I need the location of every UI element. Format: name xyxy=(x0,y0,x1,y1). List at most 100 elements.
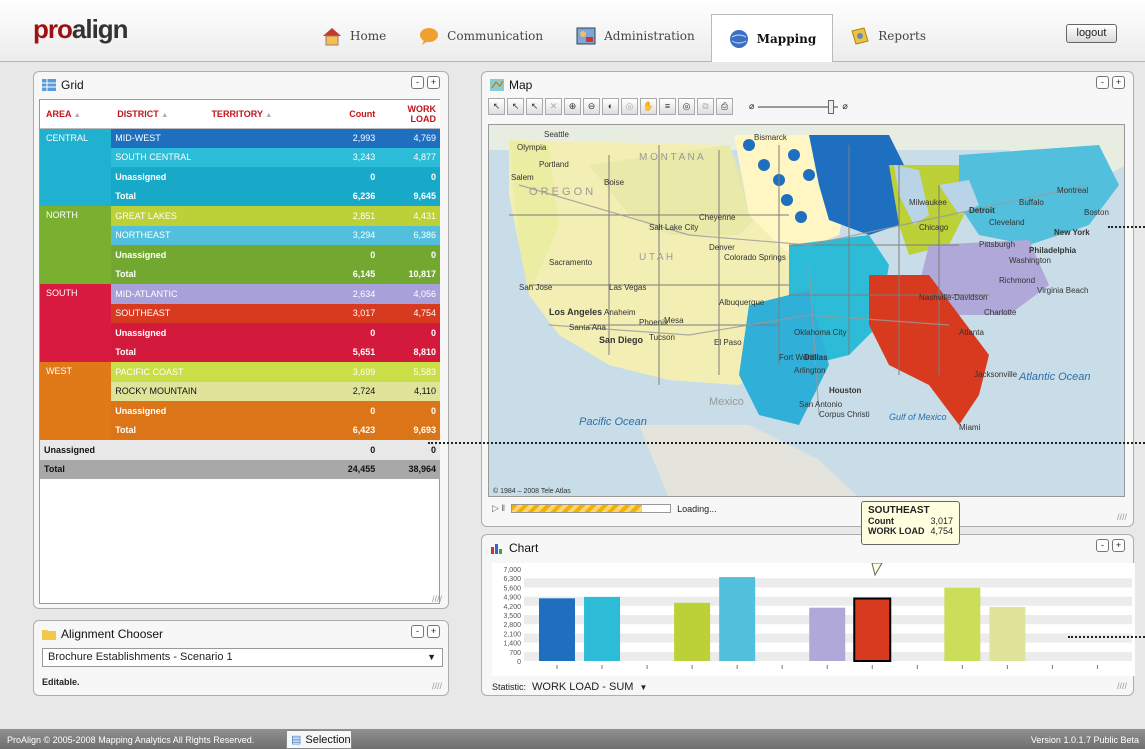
zoom-out-icon[interactable]: ⊖ xyxy=(583,98,600,115)
district-cell: SOUTH CENTRAL xyxy=(111,147,313,167)
district-cell: GREAT LAKES xyxy=(111,206,313,226)
resize-grip[interactable]: //// xyxy=(1117,681,1127,691)
bar-northeast[interactable] xyxy=(719,577,756,661)
selection-tab[interactable]: ▤ Selection xyxy=(286,730,352,749)
zoom-in-icon[interactable]: ⊕ xyxy=(564,98,581,115)
table-row[interactable]: Unassigned 0 0 xyxy=(40,440,440,460)
map-label-miami: Miami xyxy=(959,423,981,432)
nav-reports[interactable]: Reports xyxy=(833,14,942,58)
zoom-out-small-icon: ⌀ xyxy=(749,101,755,111)
map-label-cleveland: Cleveland xyxy=(989,218,1025,227)
map-label-albuquerque: Albuquerque xyxy=(719,298,765,307)
map-label-oklahoma-city: Oklahoma City xyxy=(794,328,846,337)
map-label-buffalo: Buffalo xyxy=(1019,198,1044,207)
logout-button[interactable]: logout xyxy=(1066,24,1117,43)
map-label-new-york: New York xyxy=(1054,228,1090,237)
pan-hand-icon[interactable]: ✋ xyxy=(640,98,657,115)
district-cell: Unassigned xyxy=(111,401,313,421)
alignment-select[interactable]: Brochure Establishments - Scenario 1 ▼ xyxy=(42,648,443,667)
chart-panel-title: Chart xyxy=(509,541,539,555)
grid-icon xyxy=(42,79,56,91)
map-label-arlington: Arlington xyxy=(794,366,826,375)
chart-tooltip: SOUTHEAST Count 3,017 WORK LOAD 4,754 xyxy=(861,501,960,545)
chart-minimize-button[interactable]: - xyxy=(1096,539,1109,552)
table-row[interactable]: CENTRAL MID-WEST 2,993 4,769 xyxy=(40,128,440,206)
district-cell: ROCKY MOUNTAIN xyxy=(111,381,313,401)
map-label-pittsburgh: Pittsburgh xyxy=(979,240,1015,249)
target-icon[interactable]: ◎ xyxy=(678,98,695,115)
count-cell: 0 xyxy=(312,167,380,187)
grid-band xyxy=(524,578,1132,588)
chart-maximize-button[interactable]: + xyxy=(1112,539,1125,552)
grid-minimize-button[interactable]: - xyxy=(411,76,424,89)
copy-icon[interactable]: ⧉ xyxy=(697,98,714,115)
y-tick-label: 4,900 xyxy=(503,595,521,602)
district-cell: NORTHEAST xyxy=(111,225,313,245)
bar-pacific-coast[interactable] xyxy=(944,587,981,661)
map-minimize-button[interactable]: - xyxy=(1096,76,1109,89)
zoom-slider-thumb[interactable] xyxy=(828,99,835,114)
bar-mid-atlantic[interactable] xyxy=(809,607,846,661)
map-label-chicago: Chicago xyxy=(919,223,949,232)
district-cell: PACIFIC COAST xyxy=(111,362,313,382)
table-row[interactable]: SOUTH MID-ATLANTIC 2,634 4,056 xyxy=(40,284,440,362)
select-circle-icon[interactable]: ↖ xyxy=(507,98,524,115)
map-label-utah: U T A H xyxy=(639,252,673,263)
bar-mid-west[interactable] xyxy=(539,598,575,661)
resize-grip[interactable]: //// xyxy=(1117,512,1127,522)
count-cell: 0 xyxy=(312,323,380,343)
y-tick-label: 3,500 xyxy=(503,613,521,620)
grid-maximize-button[interactable]: + xyxy=(427,76,440,89)
refresh-icon[interactable]: ◎ xyxy=(621,98,638,115)
nav-home[interactable]: Home xyxy=(305,14,402,58)
bar-great-lakes[interactable] xyxy=(674,602,711,661)
y-tick-label: 0 xyxy=(517,659,521,666)
nav-home-label: Home xyxy=(350,29,387,43)
area-cell: NORTH xyxy=(40,206,112,284)
y-tick-label: 700 xyxy=(509,650,521,657)
nav-communication[interactable]: Communication xyxy=(402,14,559,58)
table-row[interactable]: NORTH GREAT LAKES 2,851 4,431 xyxy=(40,206,440,284)
resize-grip[interactable]: //// xyxy=(432,594,442,604)
map-label-tucson: Tucson xyxy=(649,333,675,342)
col-area[interactable]: AREA ▲ xyxy=(40,100,112,129)
map-label-san-diego: San Diego xyxy=(599,335,644,345)
bar-southeast[interactable] xyxy=(853,597,892,662)
callout-line xyxy=(1068,636,1145,638)
col-count[interactable]: Count xyxy=(312,100,380,129)
map-maximize-button[interactable]: + xyxy=(1112,76,1125,89)
alignment-minimize-button[interactable]: - xyxy=(411,625,424,638)
workload-cell: 4,056 xyxy=(379,284,440,304)
select-polygon-icon[interactable]: ↖ xyxy=(526,98,543,115)
col-district[interactable]: DISTRICT ▲ xyxy=(111,100,206,129)
play-icon[interactable]: ▷ ‖ xyxy=(492,503,505,514)
table-row[interactable]: WEST PACIFIC COAST 3,699 5,583 xyxy=(40,362,440,440)
bar-rocky-mountain[interactable] xyxy=(989,606,1026,661)
print-icon[interactable]: ⎙ xyxy=(716,98,733,115)
map-label-jacksonville: Jacksonville xyxy=(974,370,1018,379)
col-territory[interactable]: TERRITORY ▲ xyxy=(205,100,313,129)
map-label-houston: Houston xyxy=(829,386,862,395)
globe-icon xyxy=(729,29,748,48)
legend-icon[interactable]: ≡ xyxy=(659,98,676,115)
zoom-slider[interactable] xyxy=(758,99,839,114)
nav-mapping[interactable]: Mapping xyxy=(710,14,834,62)
full-extent-icon[interactable]: ◐ xyxy=(602,98,619,115)
bar-south-central[interactable] xyxy=(584,596,621,661)
statistic-selector[interactable]: Statistic: WORK LOAD - SUM ▼ xyxy=(492,681,647,693)
alignment-maximize-button[interactable]: + xyxy=(427,625,440,638)
nav-mapping-label: Mapping xyxy=(756,31,817,46)
clear-selection-icon[interactable]: ✕ xyxy=(545,98,562,115)
count-cell: 3,294 xyxy=(312,225,380,245)
resize-grip[interactable]: //// xyxy=(432,681,442,691)
col-workload[interactable]: WORK LOAD xyxy=(379,100,440,129)
nav-administration-label: Administration xyxy=(604,29,695,43)
select-box-icon[interactable]: ↖ xyxy=(488,98,505,115)
count-cell: 6,145 xyxy=(312,264,380,284)
map-label-montana: M O N T A N A xyxy=(639,152,704,163)
nav-administration[interactable]: Administration xyxy=(559,14,711,58)
count-cell: 0 xyxy=(312,401,380,421)
y-tick-label: 7,000 xyxy=(503,567,521,574)
district-cell: Total xyxy=(111,264,313,284)
table-row[interactable]: Total 24,455 38,964 xyxy=(40,459,440,479)
